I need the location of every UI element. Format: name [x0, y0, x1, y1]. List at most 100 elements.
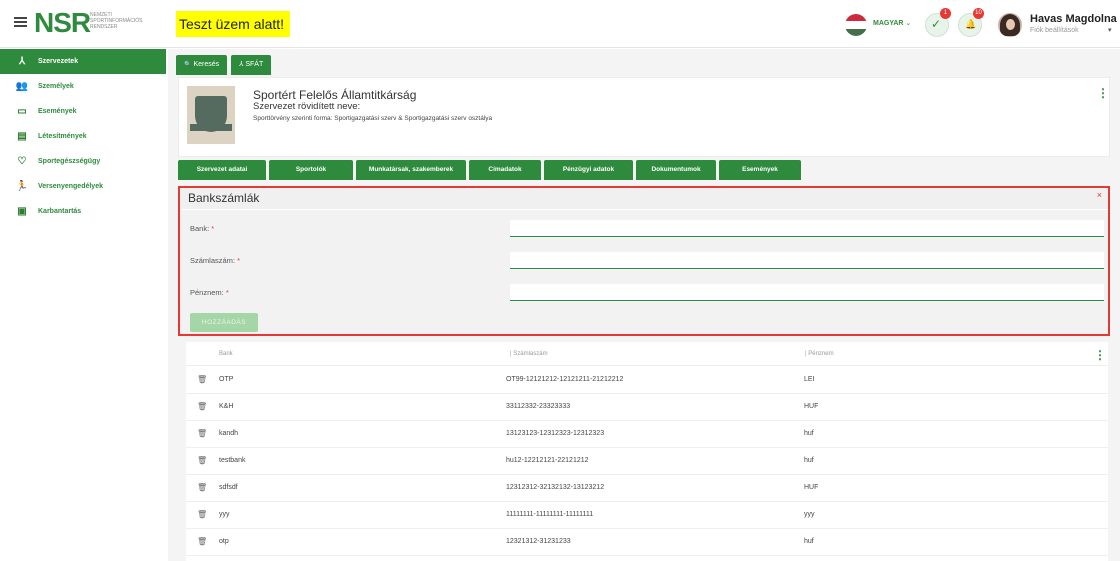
- sidebar-item-karbantartas[interactable]: ▣ Karbantartás: [0, 199, 166, 224]
- cell-currency: HUF: [804, 403, 819, 410]
- organization-title: Sportért Felelős Államtitkárság: [253, 88, 417, 102]
- app-logo[interactable]: NSR: [34, 9, 91, 37]
- table-row[interactable]: 🗑 sdfsdf 12312312-32132132-13123212 HUF: [186, 475, 1108, 502]
- sidebar-item-letesitmenyek[interactable]: ▤ Létesítmények: [0, 124, 166, 149]
- cell-currency: huf: [804, 538, 814, 545]
- flag-stripe-red: [845, 14, 867, 22]
- panel-title: Bankszámlák: [188, 191, 260, 205]
- user-avatar[interactable]: [998, 13, 1022, 37]
- table-row[interactable]: 🗑 OTP OT99-12121212-12121211-21212212 LE…: [186, 367, 1108, 394]
- logo-sub-line: RENDSZER: [90, 24, 118, 30]
- cell-currency: HUF: [804, 484, 819, 491]
- cell-bank: K&H: [219, 403, 234, 410]
- tab-esemenyek[interactable]: Események: [719, 160, 801, 180]
- cell-currency: huf: [804, 457, 814, 464]
- sidebar-item-label: Sportegészségügy: [38, 158, 101, 165]
- organization-short-name: Szervezet rövidített neve:: [253, 101, 361, 112]
- cell-account: OT99-12121212-12121211-21212212: [506, 376, 624, 383]
- column-header-currency[interactable]: | Pénznem: [805, 351, 834, 357]
- tab-cimadatok[interactable]: Címadatok: [469, 160, 541, 180]
- cell-account: 33112332-23323333: [506, 403, 571, 410]
- add-button[interactable]: HOZZÁADÁS: [190, 313, 258, 332]
- tab-munkatarsak[interactable]: Munkatársak, szakemberek: [356, 160, 466, 180]
- tab-dokumentumok[interactable]: Dokumentumok: [636, 160, 716, 180]
- trash-icon[interactable]: 🗑: [197, 483, 207, 492]
- cell-bank: yyy: [219, 511, 230, 518]
- bank-input[interactable]: [510, 220, 1104, 237]
- table-row[interactable]: 🗑 testbank hu12-12212121-22121212 huf: [186, 448, 1108, 475]
- bank-accounts-table: Bank | Számlaszám | Pénznem ⋮ 🗑 OTP OT99…: [186, 342, 1108, 561]
- trash-icon[interactable]: 🗑: [197, 402, 207, 411]
- sidebar-item-label: Események: [38, 108, 77, 115]
- currency-input[interactable]: [510, 284, 1104, 301]
- cell-bank: otp: [219, 538, 229, 545]
- clipboard-icon: ▣: [17, 206, 27, 217]
- trash-icon[interactable]: 🗑: [197, 456, 207, 465]
- table-header-row: Bank | Számlaszám | Pénznem ⋮: [186, 342, 1108, 366]
- required-mark: *: [211, 224, 215, 233]
- organization-logo: [187, 86, 235, 144]
- account-settings-link[interactable]: Fiók beállítások: [1030, 27, 1079, 34]
- chevron-down-icon: ⌄: [905, 20, 912, 27]
- runner-icon: 🏃: [15, 181, 29, 192]
- account-label: Számlaszám: *: [190, 256, 241, 265]
- table-row[interactable]: 🗑 otp 12321312-31231233 huf: [186, 529, 1108, 556]
- app-logo-subtitle: NEMZETI SPORTINFORMÁCIÓS RENDSZER: [90, 12, 170, 30]
- sidebar-item-label: Karbantartás: [38, 208, 82, 215]
- tab-sfat[interactable]: ⅄ SFÁT: [231, 55, 272, 75]
- main-content: 🔍 Keresés ⅄ SFÁT Sportért Felelős Államt…: [168, 49, 1120, 561]
- calendar-icon: ▭: [17, 106, 27, 117]
- language-selector[interactable]: MAGYAR ⌄: [873, 19, 911, 27]
- user-menu-caret-icon[interactable]: ▾: [1108, 26, 1112, 34]
- table-row[interactable]: 🗑 K&H 33112332-23323333 HUF: [186, 394, 1108, 421]
- hungarian-flag-icon[interactable]: [845, 14, 867, 36]
- hamburger-menu-icon[interactable]: [14, 17, 27, 28]
- sidebar-item-label: Személyek: [38, 83, 74, 90]
- flag-stripe-green: [845, 28, 867, 36]
- account-row: Számlaszám: *: [190, 252, 1104, 270]
- sidebar-item-esemenyek[interactable]: ▭ Események: [0, 99, 166, 124]
- trash-icon[interactable]: 🗑: [197, 429, 207, 438]
- table-more-options-icon[interactable]: ⋮: [1094, 348, 1106, 362]
- trash-icon[interactable]: 🗑: [197, 537, 207, 546]
- column-header-account[interactable]: | Számlaszám: [510, 351, 548, 357]
- sidebar-item-versenyengedelyek[interactable]: 🏃 Versenyengedélyek: [0, 174, 166, 199]
- currency-label: Pénznem: *: [190, 288, 229, 297]
- people-icon: 👥: [15, 81, 29, 92]
- table-row[interactable]: 🗑 yyy 11111111-11111111-11111111 yyy: [186, 502, 1108, 529]
- sidebar-item-label: Versenyengedélyek: [38, 183, 103, 190]
- sidebar-item-szemelyek[interactable]: 👥 Személyek: [0, 74, 166, 99]
- notifications-button[interactable]: 🔔 10: [958, 8, 984, 37]
- organization-card: Sportért Felelős Államtitkárság Szerveze…: [178, 77, 1110, 157]
- search-icon: 🔍: [184, 62, 192, 68]
- user-name[interactable]: Havas Magdolna: [1030, 13, 1117, 25]
- sidebar-item-label: Létesítmények: [38, 133, 87, 140]
- bank-account-form-panel: Bankszámlák × Bank: * Számlaszám: * Pénz…: [178, 186, 1110, 336]
- tab-penzugyi-adatok[interactable]: Pénzügyi adatok: [544, 160, 633, 180]
- close-icon[interactable]: ×: [1097, 190, 1102, 200]
- org-more-options-icon[interactable]: ⋮: [1097, 86, 1109, 100]
- trash-icon[interactable]: 🗑: [197, 510, 207, 519]
- cell-currency: LEI: [804, 376, 815, 383]
- organization-tree-icon: ⅄: [18, 56, 26, 67]
- trash-icon[interactable]: 🗑: [197, 375, 207, 384]
- tab-szervezet-adatai[interactable]: Szervezet adatai: [178, 160, 266, 180]
- cell-account: 12312312-32132132-13123212: [506, 484, 605, 491]
- tab-sportolok[interactable]: Sportolók: [269, 160, 353, 180]
- tasks-button[interactable]: ✓ 1: [925, 8, 951, 37]
- sidebar: ⅄ Szervezetek 👥 Személyek ▭ Események ▤ …: [0, 49, 166, 561]
- sub-tabs: Szervezet adatai Sportolók Munkatársak, …: [178, 160, 801, 180]
- app-header: NSR NEMZETI SPORTINFORMÁCIÓS RENDSZER Te…: [0, 0, 1120, 48]
- account-number-input[interactable]: [510, 252, 1104, 269]
- sidebar-item-label: Szervezetek: [38, 58, 79, 65]
- table-row[interactable]: 🗑 kandh 13123123-12312323-12312323 huf: [186, 421, 1108, 448]
- cell-account: 13123123-12312323-12312323: [506, 430, 605, 437]
- column-header-bank[interactable]: Bank: [219, 351, 233, 357]
- tasks-count-badge: 1: [940, 8, 951, 19]
- cell-account: hu12-12212121-22121212: [506, 457, 589, 464]
- tab-kereses[interactable]: 🔍 Keresés: [176, 55, 228, 75]
- notifications-count-badge: 10: [973, 8, 984, 19]
- cell-bank: OTP: [219, 376, 234, 383]
- sidebar-item-sportegeszsegugy[interactable]: ♡ Sportegészségügy: [0, 149, 166, 174]
- sidebar-item-szervezetek[interactable]: ⅄ Szervezetek: [0, 49, 166, 74]
